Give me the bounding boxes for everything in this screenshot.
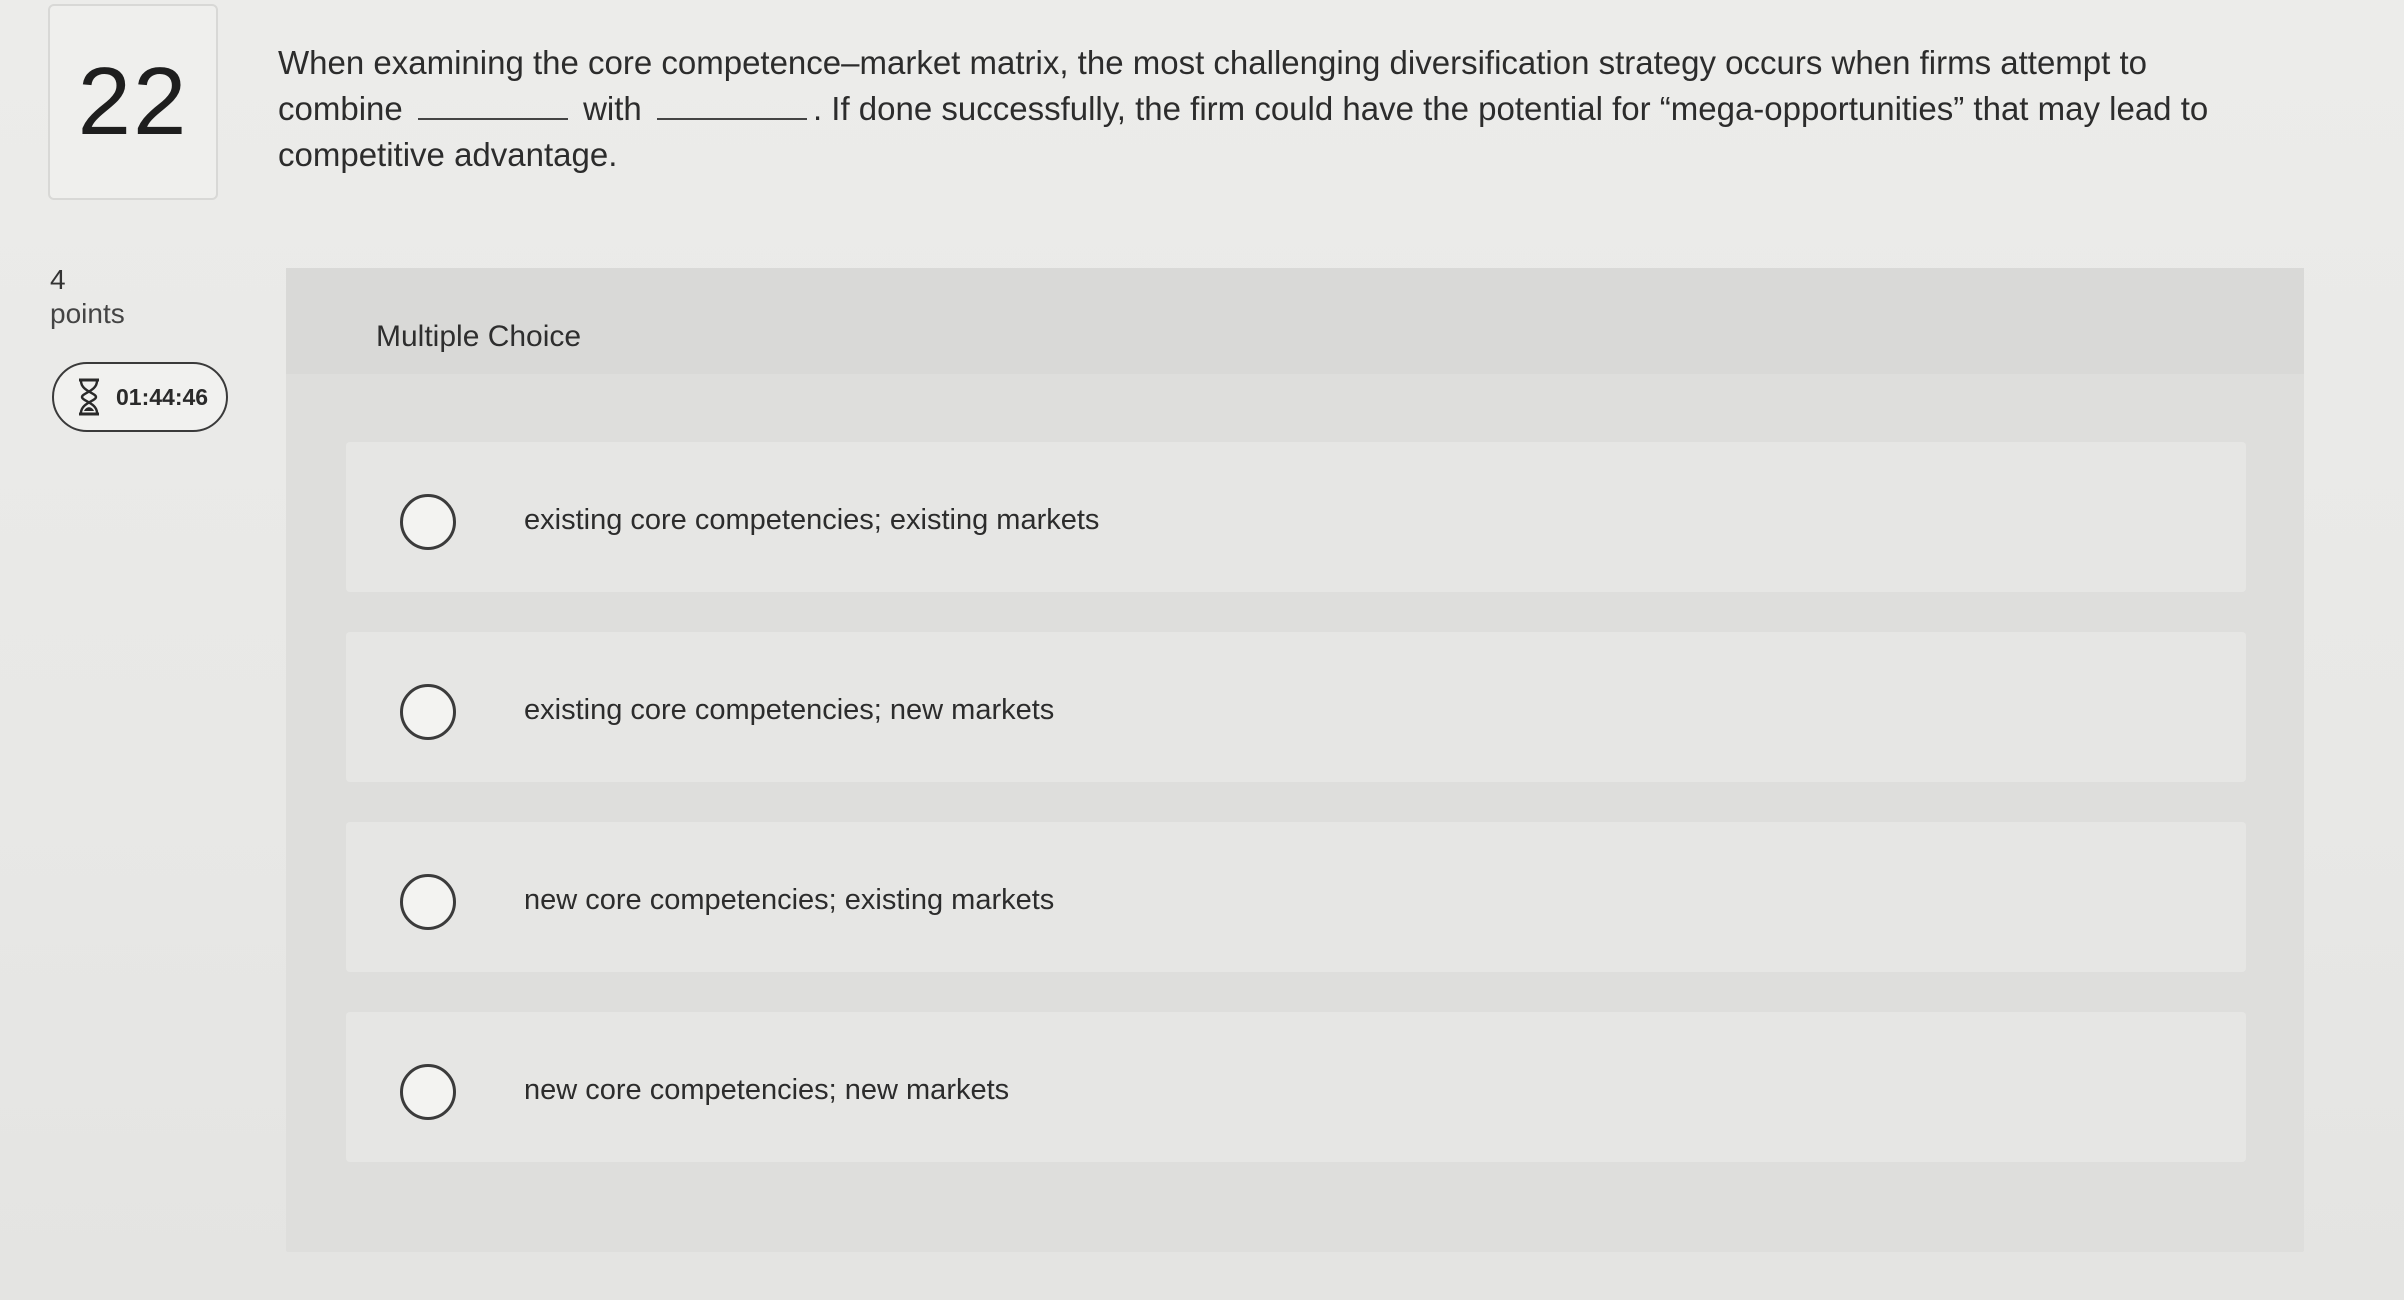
radio-button[interactable] xyxy=(400,874,456,930)
answer-option[interactable]: new core competencies; existing markets xyxy=(346,822,2246,972)
points-label: points xyxy=(50,298,125,329)
timer-text: 01:44:46 xyxy=(116,383,209,410)
quiz-page: 22 4 points 01:44:46 When examining the … xyxy=(0,0,2404,1300)
multiple-choice-panel: Multiple Choice existing core competenci… xyxy=(286,268,2304,1252)
answer-option-label: existing core competencies; existing mar… xyxy=(524,504,1100,536)
radio-button[interactable] xyxy=(400,494,456,550)
radio-button[interactable] xyxy=(400,1064,456,1120)
answer-option[interactable]: existing core competencies; existing mar… xyxy=(346,442,2246,592)
question-text-part2: with xyxy=(583,90,642,127)
question-text: When examining the core competence–marke… xyxy=(278,40,2278,178)
multiple-choice-header: Multiple Choice xyxy=(286,268,2304,374)
question-number: 22 xyxy=(77,48,189,155)
points-value: 4 xyxy=(50,264,66,295)
hourglass-icon xyxy=(76,378,102,416)
answer-option-label: existing core competencies; new markets xyxy=(524,694,1055,726)
answer-option[interactable]: new core competencies; new markets xyxy=(346,1012,2246,1162)
multiple-choice-title: Multiple Choice xyxy=(376,320,582,353)
answer-option[interactable]: existing core competencies; new markets xyxy=(346,632,2246,782)
radio-button[interactable] xyxy=(400,684,456,740)
question-number-box: 22 xyxy=(48,4,218,200)
blank-2 xyxy=(656,90,807,120)
blank-1 xyxy=(417,90,568,120)
answer-option-label: new core competencies; existing markets xyxy=(524,884,1055,916)
timer-badge: 01:44:46 xyxy=(52,362,228,432)
answer-option-label: new core competencies; new markets xyxy=(524,1074,1010,1106)
